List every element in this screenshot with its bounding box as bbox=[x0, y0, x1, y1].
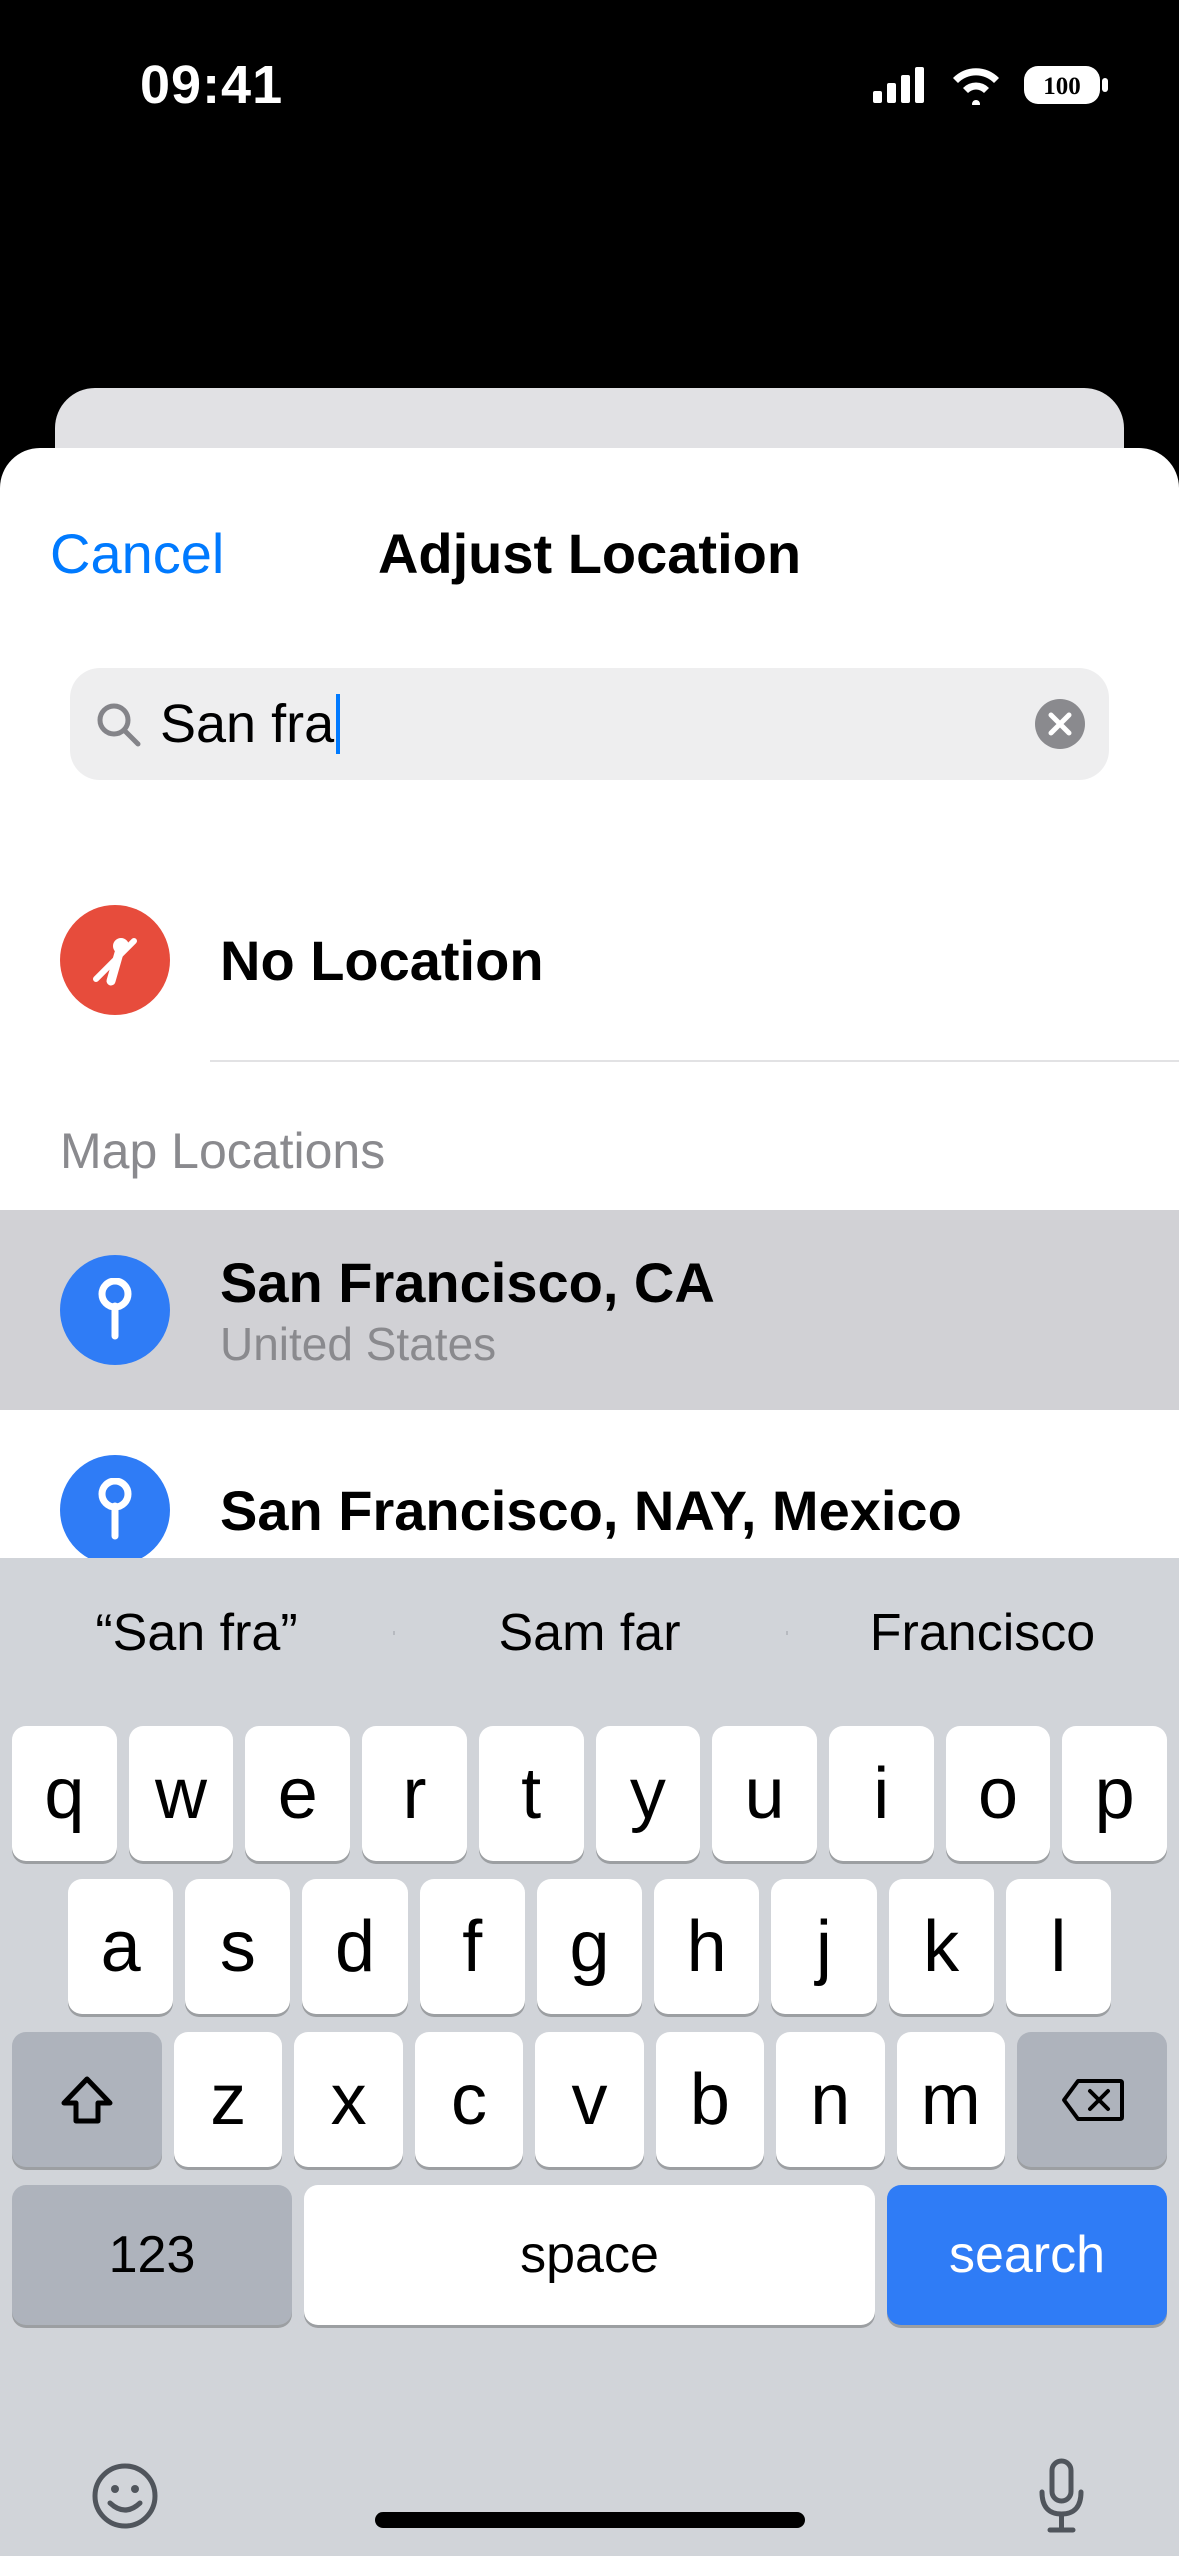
status-indicators: 100 bbox=[873, 65, 1109, 105]
status-time: 09:41 bbox=[140, 54, 283, 116]
section-header: Map Locations bbox=[0, 1062, 1179, 1210]
key-j[interactable]: j bbox=[771, 1879, 876, 2014]
key-p[interactable]: p bbox=[1062, 1726, 1167, 1861]
key-c[interactable]: c bbox=[415, 2032, 523, 2167]
search-value: San fra bbox=[160, 693, 1017, 755]
navigation-bar: Cancel Adjust Location bbox=[0, 478, 1179, 628]
close-icon bbox=[1047, 711, 1073, 737]
page-title: Adjust Location bbox=[378, 521, 801, 586]
key-h[interactable]: h bbox=[654, 1879, 759, 2014]
key-i[interactable]: i bbox=[829, 1726, 934, 1861]
key-q[interactable]: q bbox=[12, 1726, 117, 1861]
key-o[interactable]: o bbox=[946, 1726, 1051, 1861]
numbers-key[interactable]: 123 bbox=[12, 2185, 292, 2325]
key-t[interactable]: t bbox=[479, 1726, 584, 1861]
key-z[interactable]: z bbox=[174, 2032, 282, 2167]
key-w[interactable]: w bbox=[129, 1726, 234, 1861]
key-m[interactable]: m bbox=[897, 2032, 1005, 2167]
cancel-button[interactable]: Cancel bbox=[50, 521, 224, 586]
status-bar: 09:41 100 bbox=[0, 0, 1179, 170]
wifi-icon bbox=[949, 65, 1003, 105]
keyboard-suggestions: “San fra” Sam far Francisco bbox=[0, 1558, 1179, 1708]
result-title: San Francisco, NAY, Mexico bbox=[220, 1478, 1119, 1543]
key-a[interactable]: a bbox=[68, 1879, 173, 2014]
suggestion[interactable]: “San fra” bbox=[0, 1603, 393, 1663]
backspace-key[interactable] bbox=[1017, 2032, 1167, 2167]
keyboard: “San fra” Sam far Francisco q w e r t y … bbox=[0, 1558, 1179, 2556]
no-location-label: No Location bbox=[220, 928, 1119, 993]
search-icon bbox=[94, 700, 142, 748]
suggestion[interactable]: Francisco bbox=[786, 1603, 1179, 1663]
map-pin-icon bbox=[60, 1255, 170, 1365]
key-g[interactable]: g bbox=[537, 1879, 642, 2014]
location-result-row[interactable]: San Francisco, CA United States bbox=[0, 1210, 1179, 1410]
key-s[interactable]: s bbox=[185, 1879, 290, 2014]
no-location-row[interactable]: No Location bbox=[0, 860, 1179, 1060]
key-k[interactable]: k bbox=[889, 1879, 994, 2014]
keyboard-row-1: q w e r t y u i o p bbox=[12, 1726, 1167, 1861]
dictation-icon[interactable] bbox=[1034, 2456, 1089, 2536]
backspace-icon bbox=[1060, 2077, 1124, 2123]
clear-search-button[interactable] bbox=[1035, 699, 1085, 749]
key-n[interactable]: n bbox=[776, 2032, 884, 2167]
map-pin-icon bbox=[60, 1455, 170, 1565]
result-subtitle: United States bbox=[220, 1317, 1119, 1371]
key-b[interactable]: b bbox=[656, 2032, 764, 2167]
no-location-icon bbox=[60, 905, 170, 1015]
emoji-icon[interactable] bbox=[90, 2461, 160, 2531]
result-title: San Francisco, CA bbox=[220, 1250, 1119, 1315]
key-x[interactable]: x bbox=[294, 2032, 402, 2167]
key-y[interactable]: y bbox=[596, 1726, 701, 1861]
text-caret bbox=[336, 694, 340, 754]
key-r[interactable]: r bbox=[362, 1726, 467, 1861]
keyboard-row-2: a s d f g h j k l bbox=[12, 1879, 1167, 2014]
key-f[interactable]: f bbox=[420, 1879, 525, 2014]
key-d[interactable]: d bbox=[302, 1879, 407, 2014]
space-key[interactable]: space bbox=[304, 2185, 875, 2325]
suggestion[interactable]: Sam far bbox=[393, 1603, 786, 1663]
keyboard-row-4: 123 space search bbox=[0, 2185, 1179, 2325]
key-l[interactable]: l bbox=[1006, 1879, 1111, 2014]
cellular-icon bbox=[873, 67, 929, 103]
home-indicator[interactable] bbox=[375, 2512, 805, 2528]
shift-key[interactable] bbox=[12, 2032, 162, 2167]
battery-icon: 100 bbox=[1023, 65, 1109, 105]
search-key[interactable]: search bbox=[887, 2185, 1167, 2325]
svg-text:100: 100 bbox=[1043, 73, 1081, 100]
key-e[interactable]: e bbox=[245, 1726, 350, 1861]
key-u[interactable]: u bbox=[712, 1726, 817, 1861]
keyboard-row-3: z x c v b n m bbox=[12, 2032, 1167, 2167]
key-v[interactable]: v bbox=[535, 2032, 643, 2167]
search-input[interactable]: San fra bbox=[70, 668, 1109, 780]
shift-icon bbox=[60, 2075, 114, 2125]
